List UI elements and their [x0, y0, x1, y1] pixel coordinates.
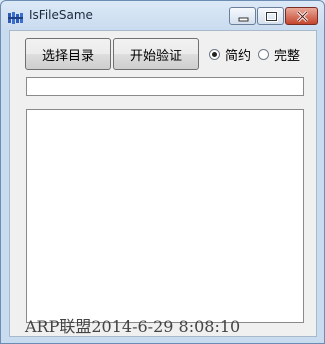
mode-full-radio[interactable]: 完整: [258, 45, 300, 64]
mode-simple-label: 简约: [225, 49, 252, 64]
select-directory-button[interactable]: 选择目录: [25, 38, 111, 70]
maximize-button[interactable]: [257, 7, 284, 25]
start-verify-button[interactable]: 开始验证: [113, 38, 199, 70]
close-icon: [296, 10, 309, 23]
app-window: IsFileSame 选择目录 开始验证 简约 完整 ARP联盟2014-6-2…: [0, 0, 325, 344]
minimize-icon: [238, 17, 249, 22]
client-area: 选择目录 开始验证 简约 完整: [9, 30, 317, 337]
mode-simple-radio[interactable]: 简约: [209, 45, 251, 64]
window-title: IsFileSame: [29, 8, 93, 22]
title-bar[interactable]: IsFileSame: [1, 1, 324, 29]
maximize-icon: [265, 11, 278, 22]
radio-selected-icon: [209, 49, 220, 60]
minimize-button[interactable]: [229, 7, 256, 25]
app-icon: [8, 9, 24, 24]
watermark-text: ARP联盟2014-6-29 8:08:10: [25, 317, 241, 336]
path-input[interactable]: [26, 77, 304, 96]
output-textarea[interactable]: [26, 109, 304, 323]
radio-unselected-icon: [258, 49, 269, 60]
mode-full-label: 完整: [274, 49, 301, 64]
close-button[interactable]: [285, 7, 318, 25]
